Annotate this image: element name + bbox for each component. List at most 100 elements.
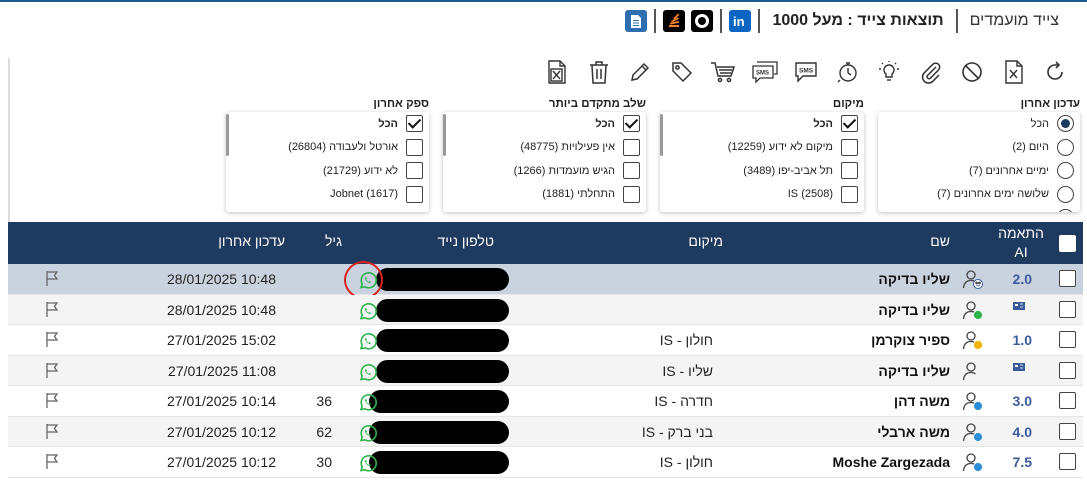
row-checkbox[interactable] [1059, 331, 1076, 348]
filter-option[interactable]: התחלתי (1881) [443, 183, 646, 207]
github-icon[interactable] [691, 10, 714, 32]
candidate-name[interactable]: ספיר צוקרמן [871, 325, 950, 355]
candidate-name[interactable]: Moshe Zargezada [833, 447, 950, 477]
header-ai-match[interactable]: התאמה AI [996, 224, 1046, 262]
attach-icon[interactable] [917, 58, 945, 86]
filter-option[interactable]: IS (2508) [660, 183, 864, 207]
filter-option[interactable]: הגיש מועמדות (1266) [443, 159, 646, 183]
table-row[interactable]: 1.0 ספיר צוקרמן IS - חולון 27/01/2025 15… [8, 325, 1083, 356]
table-row[interactable]: שליו בדיקה 28/01/2025 10:48 [8, 294, 1083, 327]
checkbox[interactable] [406, 162, 423, 180]
table-row[interactable]: שליו בדיקה IS - שליו 27/01/2025 11:08 [8, 355, 1083, 388]
filter-option[interactable]: שלושה ימים אחרונים (7) [878, 183, 1080, 207]
checkbox[interactable] [841, 185, 858, 203]
filter-option[interactable]: Jobnet (1617) [226, 183, 429, 207]
flag-icon[interactable] [45, 362, 59, 384]
flag-icon[interactable] [45, 392, 59, 414]
row-checkbox[interactable] [1059, 422, 1076, 440]
document-icon[interactable] [625, 10, 648, 32]
linkedin-icon[interactable]: in [729, 10, 752, 32]
filter-option[interactable]: הכל [226, 112, 429, 136]
redacted-phone [369, 420, 509, 444]
status-icon [962, 361, 984, 387]
trash-icon[interactable] [585, 58, 613, 86]
whatsapp-icon[interactable] [357, 392, 378, 418]
flag-icon[interactable] [45, 453, 59, 475]
whatsapp-icon[interactable] [357, 331, 378, 357]
row-checkbox[interactable] [1059, 270, 1076, 287]
candidate-name[interactable]: שליו בדיקה [878, 295, 950, 325]
row-checkbox[interactable] [1059, 453, 1076, 470]
filter-option[interactable]: ימיים אחרונים (7) [878, 159, 1080, 183]
idea-icon[interactable] [875, 58, 903, 86]
table-row[interactable]: 7.5 Moshe Zargezada IS - חולון 30 27/01/… [8, 447, 1083, 478]
timer-icon[interactable] [834, 58, 862, 86]
candidate-name[interactable]: משה ארבלי [877, 417, 950, 447]
checkbox[interactable] [841, 115, 858, 133]
row-checkbox[interactable] [1059, 300, 1076, 318]
scrollbar[interactable] [226, 114, 229, 156]
checkbox[interactable] [623, 138, 640, 156]
checkbox[interactable] [406, 115, 423, 133]
header-location[interactable]: מיקום [688, 233, 723, 249]
cart-icon[interactable] [709, 58, 737, 86]
refresh-icon[interactable] [1041, 58, 1069, 86]
filter-option[interactable]: הכל [878, 112, 1080, 136]
radio-button[interactable] [1057, 209, 1074, 212]
filter-option[interactable]: אורטל ולעבודה (26804) [226, 136, 429, 160]
table-row[interactable]: 4.0 משה ארבלי IS - בני ברק 62 27/01/2025… [8, 416, 1083, 449]
filter-option[interactable]: לא ידוע (21729) [226, 159, 429, 183]
flag-icon[interactable] [45, 423, 59, 445]
stackoverflow-icon[interactable] [663, 10, 686, 32]
block-icon[interactable] [958, 58, 986, 86]
flag-icon[interactable] [45, 331, 59, 353]
radio-button[interactable] [1057, 115, 1074, 133]
filter-option[interactable]: הכל [660, 112, 864, 136]
header-age[interactable]: גיל [325, 233, 342, 249]
sms-icon[interactable]: SMS [792, 58, 820, 86]
checkbox[interactable] [623, 115, 640, 133]
checkbox[interactable] [406, 138, 423, 156]
option-label: אין פעילויות (48775) [520, 141, 615, 154]
whatsapp-icon[interactable] [357, 423, 378, 449]
radio-button[interactable] [1057, 185, 1074, 203]
filter-option[interactable]: היום (2) [878, 136, 1080, 160]
candidate-name[interactable]: משה דהן [894, 386, 950, 416]
scrollbar[interactable] [443, 114, 446, 156]
table-row[interactable]: 2.0 שליו בדיקה 28/01/2025 10:48 [8, 261, 1083, 299]
filter-option[interactable]: הכל [443, 112, 646, 136]
option-label: הכל [595, 117, 615, 130]
header-phone[interactable]: טלפון נייד [438, 233, 494, 249]
sms-bulk-icon[interactable]: SMS [751, 58, 779, 86]
candidate-name[interactable]: שליו בדיקה [878, 264, 950, 294]
excel-export-icon[interactable] [543, 58, 571, 86]
table-row[interactable]: 3.0 משה דהן IS - חדרה 36 27/01/2025 10:1… [8, 386, 1083, 417]
checkbox[interactable] [841, 162, 858, 180]
header-last-update[interactable]: עדכון אחרון [218, 233, 285, 249]
whatsapp-icon[interactable] [357, 301, 378, 327]
tag-icon[interactable] [668, 58, 696, 86]
radio-button[interactable] [1057, 162, 1074, 180]
saved-candidates-link[interactable]: צייד מועמדים [962, 9, 1067, 33]
checkbox[interactable] [841, 138, 858, 156]
filter-option[interactable]: תל אביב-יפו (3489) [660, 159, 864, 183]
scrollbar[interactable] [660, 114, 663, 156]
flag-icon[interactable] [45, 270, 59, 292]
row-checkbox[interactable] [1059, 361, 1076, 379]
ai-score: 2.0 [1012, 271, 1032, 287]
flag-icon[interactable] [45, 301, 59, 323]
checkbox[interactable] [406, 185, 423, 203]
checkbox[interactable] [623, 162, 640, 180]
header-name[interactable]: שם [930, 233, 950, 249]
candidate-name[interactable]: שליו בדיקה [878, 356, 950, 386]
edit-icon[interactable] [626, 58, 654, 86]
row-checkbox[interactable] [1059, 392, 1076, 409]
filter-option[interactable]: מיקום לא ידוע (12259) [660, 136, 864, 160]
checkbox[interactable] [623, 185, 640, 203]
whatsapp-icon[interactable] [357, 453, 378, 479]
excel-icon[interactable] [1000, 58, 1028, 86]
select-all-checkbox[interactable] [1059, 235, 1076, 252]
whatsapp-icon[interactable] [357, 362, 378, 388]
filter-option[interactable]: אין פעילויות (48775) [443, 136, 646, 160]
radio-button[interactable] [1057, 138, 1074, 156]
